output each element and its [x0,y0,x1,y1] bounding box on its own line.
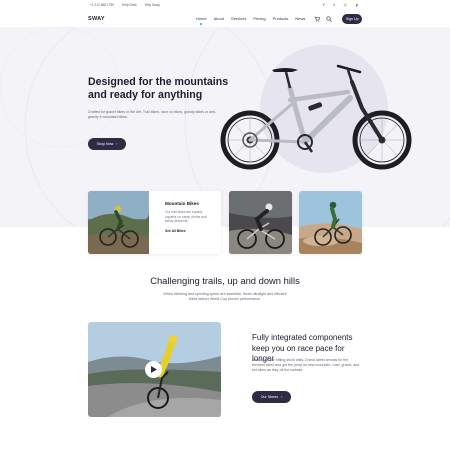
search-icon[interactable] [326,15,333,22]
road-cyclist-photo[interactable] [229,191,292,254]
logo[interactable]: SWAY [88,16,105,22]
feature-description: New bikes are hitting stock daily. Check… [252,358,360,373]
instagram-icon[interactable]: ◎ [344,3,347,7]
nav-item-pricing[interactable]: Pricing [253,16,265,21]
our-stores-button[interactable]: Our Stores › [252,391,291,403]
nav-item-products[interactable]: Products [273,16,289,21]
why-sway-link[interactable]: Why Sway [145,3,160,7]
sign-up-button[interactable]: Sign Up [342,13,362,24]
top-bar-links: +1 212 868 1750 Help Desk Why Sway [90,3,160,7]
pinterest-icon[interactable]: p [356,3,358,7]
card-description: Our trail bikes are equally capable on s… [165,210,207,223]
nav-menu: Home About Services Pricing Products New… [196,16,305,25]
hero-description: Crafted for gravel bikes in the dirt. Tr… [88,110,217,120]
nav-item-services[interactable]: Services [231,16,246,21]
shop-now-button[interactable]: Shop Now › [88,138,126,150]
mountain-bikes-card[interactable]: Mountain Bikes Our trail bikes are equal… [88,191,221,254]
mountain-biker-photo [88,191,149,254]
nav-icons [314,15,333,22]
card-title: Mountain Bikes [165,201,199,206]
our-stores-label: Our Stores [260,395,279,399]
cart-icon[interactable] [314,16,321,22]
feature-video-thumbnail[interactable] [88,322,221,417]
help-desk-link[interactable]: Help Desk [122,3,137,7]
top-bar: +1 212 868 1750 Help Desk Why Sway f t ◎… [0,0,450,9]
hero-section: Designed for the mountains and ready for… [0,27,450,227]
shop-now-label: Shop Now [96,142,114,146]
see-all-bikes-link[interactable]: See All Bikes [165,229,210,233]
facebook-icon[interactable]: f [323,3,324,7]
section-title: Challenging trails, up and down hills [150,275,300,286]
trail-rider-photo[interactable] [299,191,362,254]
play-icon [150,366,157,373]
hero-bike-image [220,64,412,170]
twitter-icon[interactable]: t [333,3,334,7]
nav-item-about[interactable]: About [214,16,224,21]
chevron-right-icon: › [116,142,118,146]
social-links: f t ◎ p [323,3,358,7]
nav-item-home[interactable]: Home [196,16,207,25]
nav-item-news[interactable]: News [295,16,305,21]
hero-title: Designed for the mountains and ready for… [88,76,229,101]
mountain-bikes-info: Mountain Bikes Our trail bikes are equal… [149,191,210,254]
section-description: When climbing and sprinting speed are es… [163,292,287,302]
play-button[interactable] [145,361,162,378]
chevron-right-icon: › [281,395,283,399]
main-navigation: SWAY Home About Services Pricing Product… [0,10,450,27]
phone-number[interactable]: +1 212 868 1750 [90,3,114,7]
